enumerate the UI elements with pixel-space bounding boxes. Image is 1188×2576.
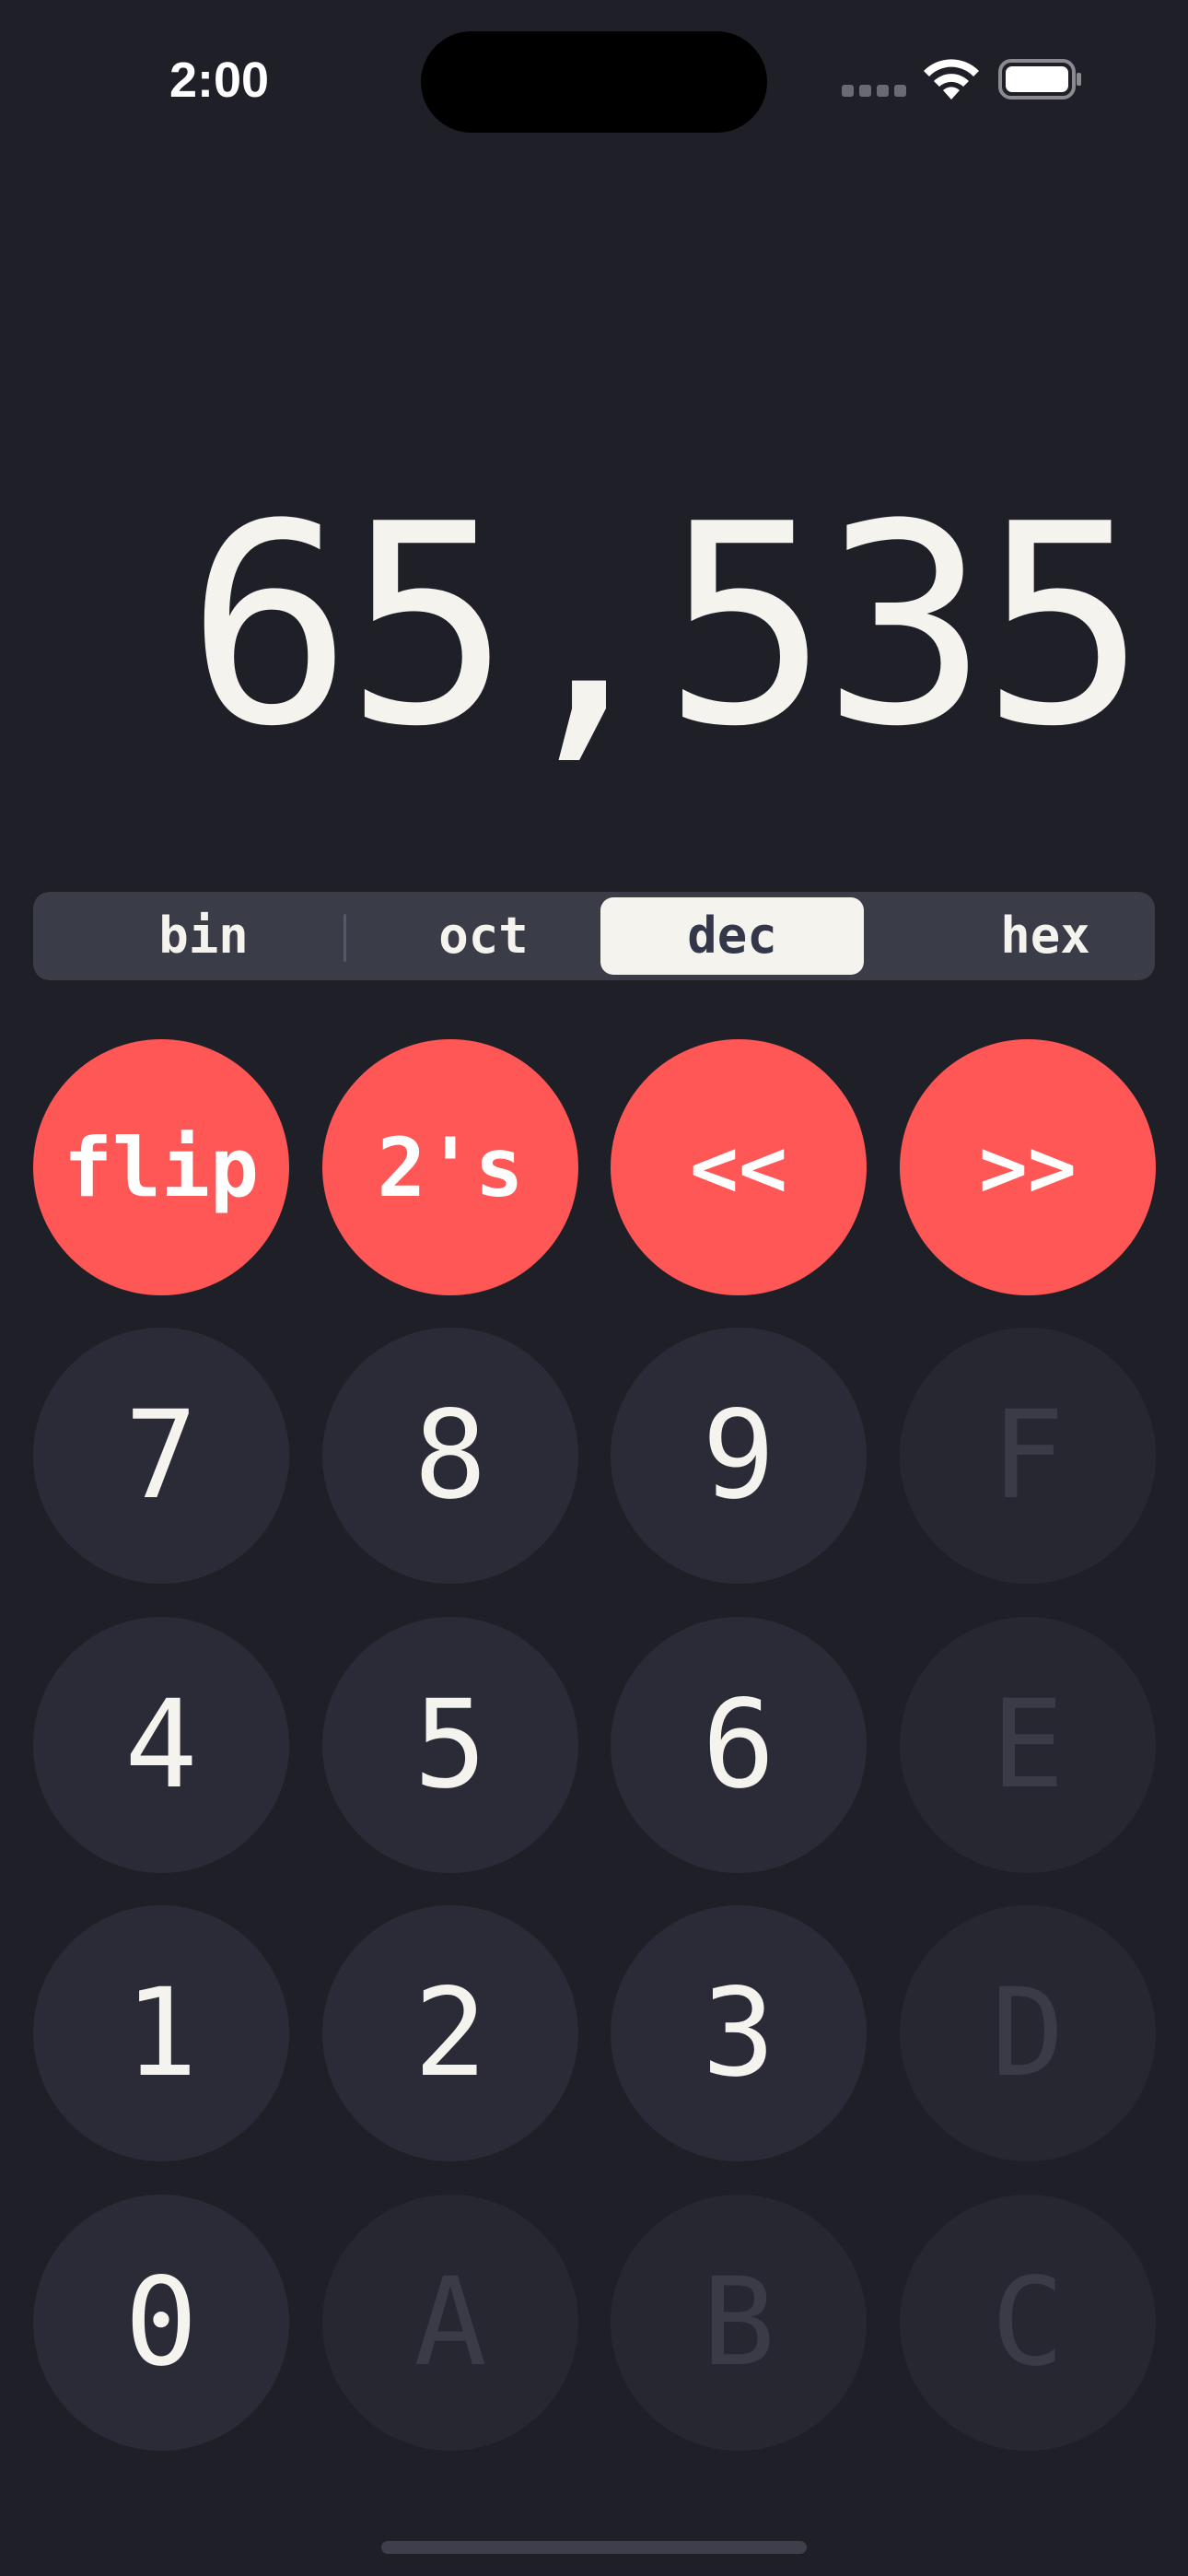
home-indicator[interactable]	[381, 2541, 807, 2554]
result-display: 65,535	[186, 465, 1147, 787]
twos-complement-button[interactable]: 2's	[322, 1039, 578, 1295]
key-2[interactable]: 2	[322, 1905, 578, 2161]
key-1[interactable]: 1	[33, 1905, 289, 2161]
key-f: F	[900, 1328, 1156, 1584]
tab-hex[interactable]: hex	[914, 897, 1177, 975]
tab-bin[interactable]: bin	[72, 897, 335, 975]
tab-dec[interactable]: dec	[600, 897, 864, 975]
dynamic-island	[421, 31, 767, 133]
key-0[interactable]: 0	[33, 2195, 289, 2451]
key-d: D	[900, 1905, 1156, 2161]
battery-icon	[998, 59, 1081, 100]
base-selector: bin oct dec hex	[33, 892, 1155, 980]
key-5[interactable]: 5	[322, 1617, 578, 1873]
key-3[interactable]: 3	[611, 1905, 867, 2161]
tab-divider	[344, 914, 346, 962]
key-b: B	[611, 2195, 867, 2451]
shift-right-button[interactable]: >>	[900, 1039, 1156, 1295]
tab-oct[interactable]: oct	[352, 897, 615, 975]
status-time: 2:00	[169, 53, 270, 108]
key-e: E	[900, 1617, 1156, 1873]
key-8[interactable]: 8	[322, 1328, 578, 1584]
key-9[interactable]: 9	[611, 1328, 867, 1584]
key-a: A	[322, 2195, 578, 2451]
key-6[interactable]: 6	[611, 1617, 867, 1873]
flip-button[interactable]: flip	[33, 1039, 289, 1295]
wifi-icon	[924, 59, 979, 100]
key-c: C	[900, 2195, 1156, 2451]
key-4[interactable]: 4	[33, 1617, 289, 1873]
key-7[interactable]: 7	[33, 1328, 289, 1584]
shift-left-button[interactable]: <<	[611, 1039, 867, 1295]
signal-icon	[842, 85, 906, 98]
